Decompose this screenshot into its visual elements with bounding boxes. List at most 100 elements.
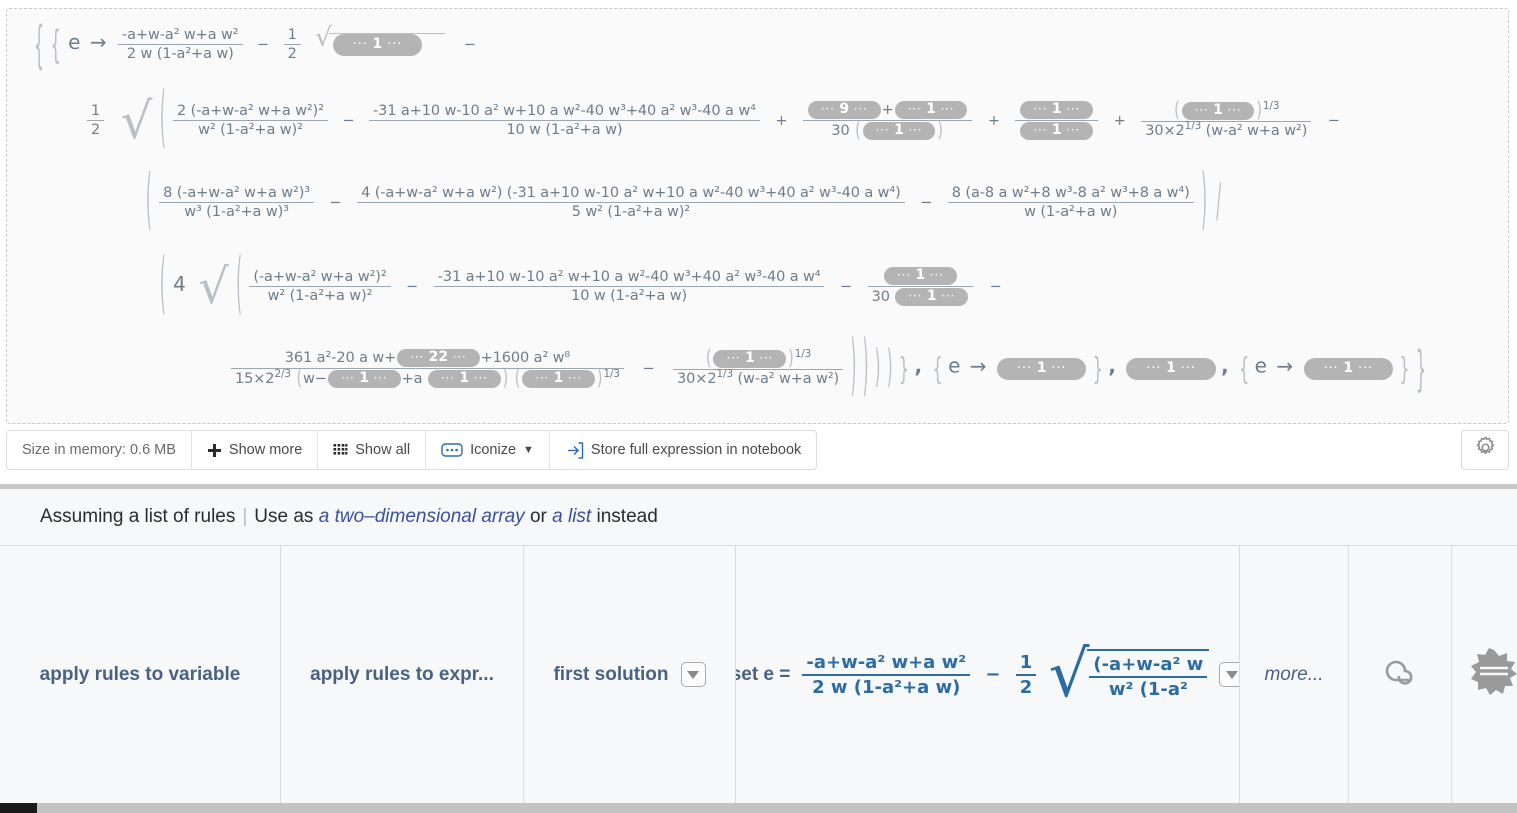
f2-3-numerator: ··· 9 ··· + ··· 1 ··· — [803, 101, 972, 120]
half2-denominator: 2 — [87, 120, 105, 138]
suggestion-card-wolfram-language[interactable] — [1349, 546, 1452, 803]
card-label-first-solution: first solution — [553, 663, 669, 685]
rule-arrow-1: → — [89, 29, 107, 54]
suggestion-card-apply-rules-to-expression[interactable]: apply rules to expr... — [281, 546, 524, 803]
iconize-caret-icon: ▼ — [523, 444, 534, 456]
f2-2-denominator: 10 w (1-a²+a w) — [369, 120, 760, 138]
wolfram-spiral-icon — [1379, 651, 1421, 698]
fraction-5-1: 361 a²-20 a w+ ··· 22 ··· +1600 a² w⁸ 15×2… — [231, 349, 624, 391]
arrow-into-box-icon — [565, 441, 584, 460]
expression-row-5: 361 a²-20 a w+ ··· 22 ··· +1600 a² w⁸ 15×2… — [229, 332, 1427, 405]
f3-1-numerator: 8 (-a+w-a² w+a w²)³ — [163, 185, 310, 201]
suggestion-card-apply-rules-to-variable[interactable]: apply rules to variable — [0, 546, 281, 803]
f2-1-denominator: w² (1-a²+a w)² — [173, 120, 328, 138]
fraction-4-3: ··· 1 ··· 30 ··· 1 ··· — [867, 267, 974, 306]
radical-1: √ ··· 1 ··· — [315, 25, 446, 56]
toolbar-button-group: Size in memory: 0.6 MB Show more Show al… — [6, 430, 818, 470]
iconized-pill-4[interactable]: ··· 1 ··· — [1020, 101, 1094, 119]
iconized-pill-5[interactable]: ··· 1 ··· — [1020, 122, 1094, 140]
iconized-pill-12[interactable]: ··· 1 ··· — [522, 370, 595, 388]
iconized-pill-15[interactable]: ··· 1 ··· — [1126, 357, 1216, 380]
horizontal-scrollbar[interactable] — [0, 803, 1517, 813]
card-label-more: more... — [1264, 663, 1324, 685]
iconized-pill-1[interactable]: ··· 1 ··· — [332, 34, 422, 56]
iconized-pill-8[interactable]: ··· 1 ··· — [895, 288, 969, 306]
store-expression-button[interactable]: Store full expression in notebook — [550, 431, 816, 469]
assumption-conjunction: or — [529, 506, 547, 527]
fraction-3-2: 4 (-a+w-a² w+a w²) (-31 a+10 w-10 a² w+1… — [357, 185, 905, 220]
iconized-pill-13[interactable]: ··· 1 ··· — [713, 350, 787, 368]
suggestion-card-wolfram-alpha[interactable] — [1452, 546, 1517, 803]
card-inner-f-den: w² (1-a² — [1089, 676, 1208, 700]
iconized-pill-6[interactable]: ··· 1 ··· — [1181, 102, 1255, 120]
f2-1-numerator: 2 (-a+w-a² w+a w²)² — [177, 103, 324, 119]
close-brace-5: } — [898, 350, 909, 387]
show-all-button[interactable]: Show all — [318, 431, 427, 469]
fraction-1: -a+w-a² w+a w² 2 w (1-a²+a w) — [118, 27, 243, 62]
f4-2-numerator: -31 a+10 w-10 a² w+10 a w²-40 w³+40 a² w… — [437, 269, 821, 285]
show-more-label: Show more — [228, 442, 303, 458]
iconized-pill-14[interactable]: ··· 1 ··· — [996, 357, 1087, 380]
minus-sign-4a: − — [406, 278, 419, 295]
iconized-pill-10[interactable]: ··· 1 ··· — [327, 370, 401, 388]
wolfram-spikey-icon — [1470, 648, 1517, 701]
minus-sign-1: − — [257, 36, 270, 53]
coefficient-4: 4 — [173, 271, 186, 296]
suggestion-card-first-solution[interactable]: first solution — [524, 546, 736, 803]
show-more-button[interactable]: Show more — [192, 431, 319, 469]
iconized-pill-3[interactable]: ··· 1 ··· — [862, 122, 936, 140]
expression-toolbar: Size in memory: 0.6 MB Show more Show al… — [6, 430, 1509, 470]
iconized-pill-16[interactable]: ··· 1 ··· — [1303, 357, 1393, 380]
card-minus: − — [985, 663, 1001, 685]
minus-sign-3a: − — [329, 194, 342, 211]
iconized-pill-7[interactable]: ··· 1 ··· — [883, 267, 957, 285]
iconized-pill-11[interactable]: ··· 1 ··· — [427, 370, 501, 388]
fraction-1-numerator: -a+w-a² w+a w² — [122, 27, 239, 43]
minus-sign-2: − — [342, 112, 355, 129]
horizontal-scrollbar-thumb[interactable] — [0, 803, 37, 813]
iconize-button[interactable]: Iconize ▼ — [426, 431, 550, 469]
f5-2-numerator: (··· 1 ···)1/3 — [705, 347, 812, 371]
assumption-link-two-dimensional-array[interactable]: a two–dimensional array — [319, 506, 525, 528]
fraction-3-1: 8 (-a+w-a² w+a w²)³ w³ (1-a²+a w)³ — [159, 185, 314, 220]
chevron-down-icon-set-e[interactable] — [1219, 662, 1239, 687]
iconized-pill-2[interactable]: ··· 1 ··· — [894, 101, 968, 119]
fraction-2-3: ··· 9 ··· + ··· 1 ··· 30 (··· 1 ···) — [802, 101, 973, 143]
size-in-memory-label: Size in memory: 0.6 MB — [7, 431, 192, 469]
suggestion-card-row: apply rules to variable apply rules to e… — [0, 546, 1517, 803]
iconized-pill-9[interactable]: ··· 9 ··· — [807, 101, 881, 119]
expression-output-box[interactable]: { { e → -a+w-a² w+a w² 2 w (1-a²+a w) − … — [6, 8, 1509, 424]
open-paren-4b: ( — [236, 249, 242, 324]
card-math-set-e: -a+w-a² w+a w² 2 w (1-a²+a w) − 1 2 √ (-… — [800, 643, 1210, 707]
plus-sign-2c: + — [1113, 112, 1126, 129]
f4-3-denominator: 30 ··· 1 ··· — [867, 286, 974, 306]
card-label-apply-rules-to-variable: apply rules to variable — [39, 663, 241, 685]
f5-1-denominator: 15×22/3 (w− ··· 1 ··· +a ··· 1 ···) (··· 1… — [231, 367, 624, 391]
assumption-bar: Assuming a list of rules | Use as a two–… — [0, 489, 1517, 546]
fraction-2-4: ··· 1 ··· ··· 1 ··· — [1015, 101, 1099, 140]
suggestion-card-set-e[interactable]: set e = -a+w-a² w+a w² 2 w (1-a²+a w) − … — [736, 546, 1240, 803]
f4-3-numerator: ··· 1 ··· — [868, 267, 973, 286]
f5-1-numerator: 361 a²-20 a w+ ··· 22 ··· +1600 a² w⁸ — [284, 349, 571, 367]
close-paren-5d: ) — [886, 343, 893, 394]
fraction-4-1: (-a+w-a² w+a w²)² w² (1-a²+a w)² — [249, 269, 391, 304]
suggestion-card-more[interactable]: more... — [1240, 546, 1349, 803]
assumption-link-a-list[interactable]: a list — [552, 506, 591, 528]
close-paren-3: ) — [1201, 165, 1207, 240]
fraction-1-denominator: 2 w (1-a²+a w) — [118, 44, 243, 62]
plus-sign-2a: + — [775, 112, 788, 129]
f3-3-denominator: w (1-a²+a w) — [947, 202, 1194, 220]
open-brace-inner: { — [50, 21, 61, 68]
f3-1-denominator: w³ (1-a²+a w)³ — [159, 202, 314, 220]
settings-button[interactable] — [1461, 430, 1509, 470]
card-fraction-half: 1 2 — [1015, 652, 1037, 698]
chevron-down-icon-first-solution[interactable] — [680, 662, 706, 687]
comma-5c: , — [1221, 353, 1229, 378]
iconized-pill-22[interactable]: ··· 22 ··· — [397, 349, 480, 367]
close-paren-5c: ) — [874, 343, 881, 394]
card-label-set-e: set e = — [736, 663, 791, 685]
card-half-den: 2 — [1015, 673, 1037, 698]
card-fraction-1: -a+w-a² w+a w² 2 w (1-a²+a w) — [802, 652, 971, 698]
division-slash-3: / — [1216, 176, 1222, 229]
